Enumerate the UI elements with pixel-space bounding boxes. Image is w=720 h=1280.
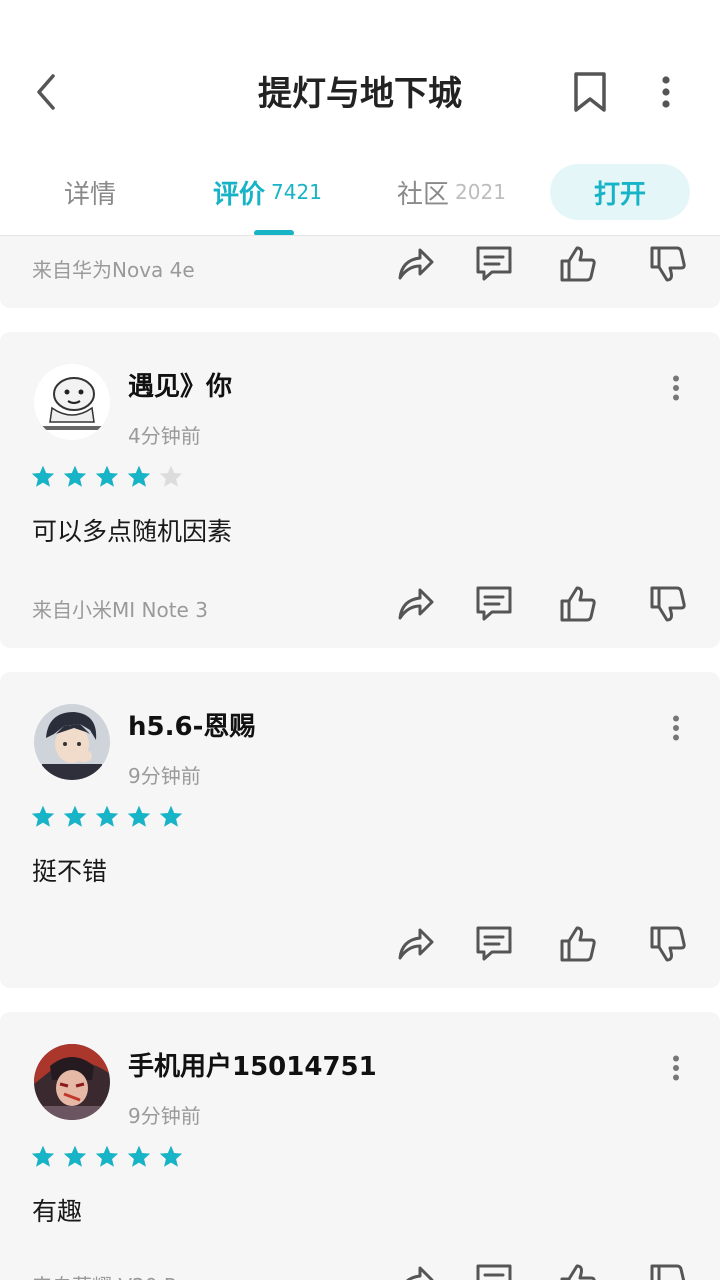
share-button[interactable]	[392, 1260, 436, 1280]
comment-button[interactable]	[472, 582, 516, 626]
star-filled-icon	[159, 1145, 183, 1167]
header-divider	[0, 235, 720, 236]
review-more-button[interactable]	[662, 1048, 690, 1088]
star-filled-icon	[63, 805, 87, 827]
rating-stars	[30, 804, 184, 830]
dislike-button[interactable]	[646, 1260, 690, 1280]
tab-details-label: 详情	[64, 179, 117, 210]
share-button[interactable]	[392, 242, 436, 286]
more-vertical-icon	[673, 715, 679, 741]
more-vertical-icon	[662, 76, 670, 108]
like-button[interactable]	[556, 922, 600, 966]
thumbs-down-icon	[650, 1264, 686, 1280]
tab-reviews[interactable]: 评价 7421	[213, 160, 322, 224]
comment-button[interactable]	[472, 922, 516, 966]
comment-button[interactable]	[472, 242, 516, 286]
review-time: 9分钟前	[128, 764, 201, 788]
app-header: 提灯与地下城 详情 评价 7421 社区 2021 打开	[0, 0, 720, 236]
avatar[interactable]	[34, 704, 110, 780]
share-icon	[398, 248, 434, 280]
review-more-button[interactable]	[662, 708, 690, 748]
open-app-button[interactable]: 打开	[550, 164, 690, 220]
comment-button[interactable]	[472, 1260, 516, 1280]
star-filled-icon	[31, 1145, 55, 1167]
bookmark-button[interactable]	[568, 68, 612, 116]
avatar-image	[34, 364, 110, 440]
review-card: 手机用户15014751 9分钟前 有趣 来自荣耀 V20 P	[0, 1012, 720, 1280]
thumbs-up-icon	[560, 926, 596, 962]
review-user-name[interactable]: 手机用户15014751	[128, 1046, 377, 1083]
avatar-image	[34, 704, 110, 780]
review-content: 挺不错	[32, 857, 108, 886]
rating-stars	[30, 464, 184, 490]
more-vertical-icon	[673, 375, 679, 401]
back-button[interactable]	[26, 70, 66, 114]
review-time: 9分钟前	[128, 1104, 201, 1128]
chevron-left-icon	[37, 74, 55, 110]
dislike-button[interactable]	[646, 922, 690, 966]
star-filled-icon	[127, 465, 151, 487]
share-button[interactable]	[392, 922, 436, 966]
share-button[interactable]	[392, 582, 436, 626]
review-device: 来自荣耀 V20 P	[32, 1270, 176, 1280]
thumbs-up-icon	[560, 246, 596, 282]
tab-community[interactable]: 社区 2021	[397, 160, 506, 224]
thumbs-up-icon	[560, 586, 596, 622]
thumbs-down-icon	[650, 246, 686, 282]
star-filled-icon	[95, 805, 119, 827]
star-filled-icon	[159, 805, 183, 827]
tab-community-count: 2021	[455, 180, 506, 204]
review-device: 来自小米MI Note 3	[32, 598, 208, 622]
thumbs-down-icon	[650, 926, 686, 962]
page-title: 提灯与地下城	[258, 74, 462, 114]
star-filled-icon	[63, 1145, 87, 1167]
like-button[interactable]	[556, 242, 600, 286]
review-user-name[interactable]: h5.6-恩赐	[128, 706, 255, 743]
review-more-button[interactable]	[662, 368, 690, 408]
more-vertical-icon	[673, 1055, 679, 1081]
review-card: 遇见》你 4分钟前 可以多点随机因素 来自小米MI Note 3	[0, 332, 720, 648]
share-icon	[398, 588, 434, 620]
review-content: 可以多点随机因素	[32, 517, 233, 546]
tab-reviews-count: 7421	[271, 180, 322, 204]
avatar[interactable]	[34, 364, 110, 440]
star-filled-icon	[127, 1145, 151, 1167]
thumbs-up-icon	[560, 1264, 596, 1280]
star-filled-icon	[127, 805, 151, 827]
more-options-button[interactable]	[648, 70, 684, 114]
review-card: h5.6-恩赐 9分钟前 挺不错	[0, 672, 720, 988]
star-filled-icon	[95, 1145, 119, 1167]
avatar[interactable]	[34, 1044, 110, 1120]
rating-stars	[30, 1144, 184, 1170]
bookmark-icon	[574, 72, 606, 112]
avatar-image	[34, 1044, 110, 1120]
review-time: 4分钟前	[128, 424, 201, 448]
dislike-button[interactable]	[646, 242, 690, 286]
dislike-button[interactable]	[646, 582, 690, 626]
thumbs-down-icon	[650, 586, 686, 622]
star-filled-icon	[31, 805, 55, 827]
review-user-name[interactable]: 遇见》你	[128, 366, 232, 403]
review-content: 有趣	[32, 1197, 83, 1226]
tab-details[interactable]: 详情	[64, 160, 116, 224]
comment-icon	[476, 1264, 512, 1280]
star-filled-icon	[31, 465, 55, 487]
review-device: 来自华为Nova 4e	[32, 258, 195, 282]
star-filled-icon	[95, 465, 119, 487]
comment-icon	[476, 246, 512, 281]
star-filled-icon	[63, 465, 87, 487]
comment-icon	[476, 586, 512, 621]
share-icon	[406, 1266, 434, 1280]
star-empty-icon	[159, 465, 183, 487]
share-icon	[398, 928, 434, 960]
like-button[interactable]	[556, 582, 600, 626]
comment-icon	[476, 926, 512, 961]
like-button[interactable]	[556, 1260, 600, 1280]
tab-community-label: 社区	[397, 179, 450, 210]
tab-reviews-label: 评价	[213, 179, 266, 210]
